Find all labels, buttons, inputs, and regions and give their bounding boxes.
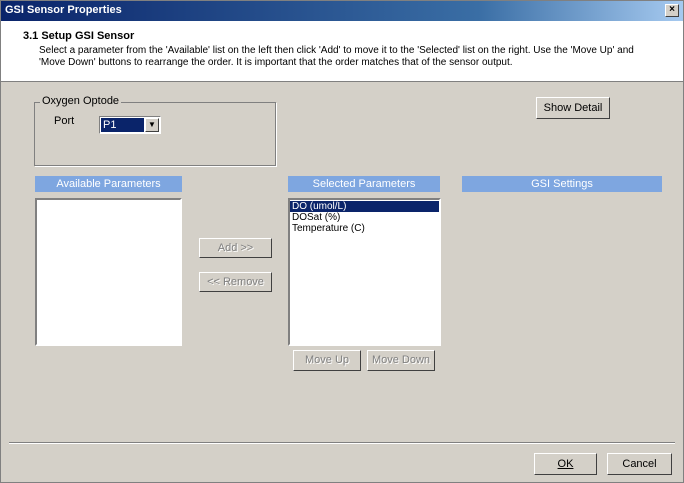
- list-item[interactable]: DO (umol/L): [290, 201, 439, 212]
- list-item[interactable]: Temperature (C): [290, 223, 439, 234]
- chevron-down-icon[interactable]: ▼: [145, 118, 159, 132]
- dialog-window: GSI Sensor Properties × 3.1 Setup GSI Se…: [0, 0, 684, 483]
- ok-button[interactable]: OK: [534, 453, 597, 475]
- window-title: GSI Sensor Properties: [5, 4, 122, 16]
- port-dropdown[interactable]: P1 ▼: [99, 116, 161, 134]
- add-button[interactable]: Add >>: [199, 238, 272, 258]
- selected-parameters-list[interactable]: DO (umol/L) DOSat (%) Temperature (C): [288, 198, 441, 346]
- ok-button-label: OK: [557, 458, 574, 470]
- title-bar[interactable]: GSI Sensor Properties ×: [1, 1, 683, 21]
- footer-separator: [9, 442, 675, 444]
- move-up-button[interactable]: Move Up: [293, 350, 361, 371]
- step-description: Select a parameter from the 'Available' …: [39, 45, 634, 68]
- gsi-settings-header: GSI Settings: [462, 176, 662, 192]
- step-title: 3.1 Setup GSI Sensor: [23, 30, 135, 42]
- move-down-button[interactable]: Move Down: [367, 350, 435, 371]
- available-parameters-list[interactable]: [35, 198, 182, 346]
- wizard-header: 3.1 Setup GSI Sensor Select a parameter …: [1, 21, 683, 82]
- close-icon: ×: [669, 4, 675, 15]
- group-legend: Oxygen Optode: [40, 95, 122, 107]
- remove-button[interactable]: << Remove: [199, 272, 272, 292]
- available-parameters-header: Available Parameters: [35, 176, 182, 192]
- port-selected-value: P1: [101, 118, 144, 132]
- selected-parameters-header: Selected Parameters: [288, 176, 440, 192]
- show-detail-button[interactable]: Show Detail: [536, 97, 610, 119]
- cancel-button[interactable]: Cancel: [607, 453, 672, 475]
- list-item[interactable]: DOSat (%): [290, 212, 439, 223]
- port-label: Port: [54, 115, 75, 127]
- oxygen-optode-group: Oxygen Optode Port P1 ▼: [34, 95, 276, 166]
- close-button[interactable]: ×: [665, 4, 679, 17]
